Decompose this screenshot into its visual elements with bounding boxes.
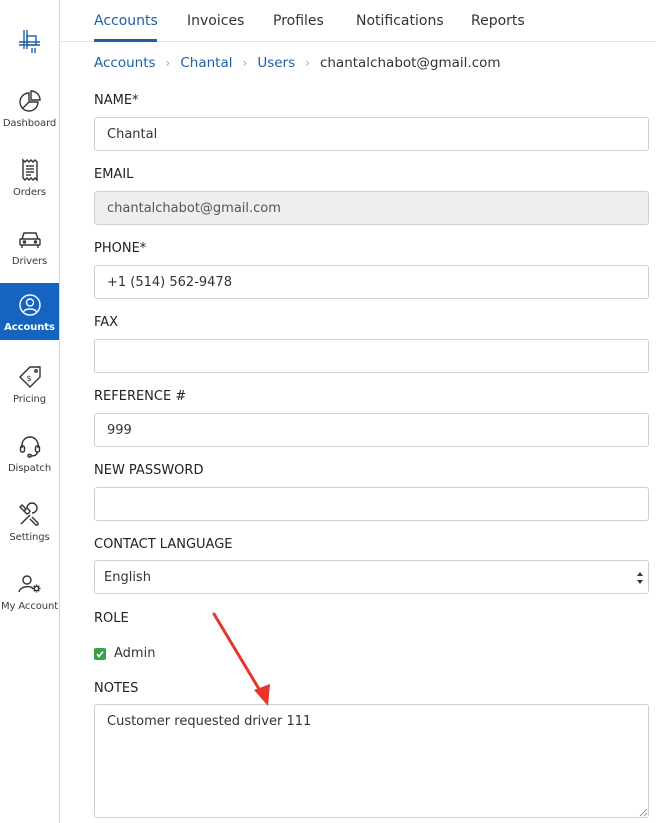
active-tab-indicator <box>94 39 157 42</box>
sidebar-item-drivers[interactable]: Drivers <box>0 221 59 280</box>
resize-grip-icon[interactable] <box>639 808 648 817</box>
headset-icon <box>19 436 40 458</box>
contact-language-select[interactable]: English <box>94 560 649 594</box>
user-gear-icon <box>17 575 40 593</box>
sidebar-item-settings[interactable]: Settings <box>0 497 59 556</box>
breadcrumb: Accounts › Chantal › Users › chantalchab… <box>94 55 501 71</box>
tools-icon <box>18 502 39 526</box>
contact-language-label: CONTACT LANGUAGE <box>94 537 233 552</box>
receipt-icon <box>21 158 38 182</box>
role-admin-label: Admin <box>114 646 156 661</box>
tab-invoices[interactable]: Invoices <box>187 13 244 29</box>
sidebar-item-label: Pricing <box>12 394 46 405</box>
chevron-right-icon: › <box>305 56 310 70</box>
sidebar-item-label: Accounts <box>4 322 55 333</box>
tab-notifications[interactable]: Notifications <box>356 13 444 29</box>
sidebar-item-label: Dashboard <box>2 118 57 129</box>
sidebar-item-dashboard[interactable]: Dashboard <box>0 83 59 142</box>
fax-field[interactable] <box>94 339 649 373</box>
price-tag-icon: $ <box>18 366 41 388</box>
sidebar-item-label: Orders <box>12 187 47 198</box>
tab-reports[interactable]: Reports <box>471 13 525 29</box>
sidebar-item-label: Settings <box>9 532 50 543</box>
tab-profiles[interactable]: Profiles <box>273 13 324 29</box>
sidebar-item-label: Dispatch <box>7 463 52 474</box>
new-password-field[interactable] <box>94 487 649 521</box>
name-label: NAME* <box>94 93 139 108</box>
role-admin-option[interactable]: Admin <box>94 646 155 661</box>
breadcrumb-accounts[interactable]: Accounts <box>94 55 156 71</box>
sidebar: Dashboard Orders Drivers Accounts $ Pric… <box>0 0 60 823</box>
sidebar-item-my-account[interactable]: My Account <box>0 566 59 625</box>
notes-label: NOTES <box>94 681 139 696</box>
pie-chart-icon <box>18 90 41 112</box>
new-password-label: NEW PASSWORD <box>94 463 204 478</box>
car-icon <box>18 232 41 248</box>
chevron-right-icon: › <box>242 56 248 70</box>
email-label: EMAIL <box>94 167 134 182</box>
sidebar-item-label: My Account <box>0 601 59 612</box>
name-field[interactable] <box>94 117 649 151</box>
select-arrows-icon <box>637 572 643 584</box>
notes-textarea[interactable]: Customer requested driver 111 <box>94 704 649 818</box>
sidebar-item-accounts[interactable]: Accounts <box>0 283 59 340</box>
checkbox-checked-icon[interactable] <box>94 647 106 660</box>
email-field <box>94 191 649 225</box>
reference-label: REFERENCE # <box>94 389 187 404</box>
sidebar-item-dispatch[interactable]: Dispatch <box>0 428 59 487</box>
chevron-right-icon: › <box>165 56 171 70</box>
main-content: Accounts Invoices Profiles Notifications… <box>60 0 656 823</box>
phone-label: PHONE* <box>94 241 147 256</box>
reference-field[interactable] <box>94 413 649 447</box>
breadcrumb-current: chantalchabot@gmail.com <box>319 55 501 71</box>
user-circle-icon <box>18 294 41 316</box>
breadcrumb-chantal[interactable]: Chantal <box>180 55 232 71</box>
sidebar-item-label: Drivers <box>11 256 48 267</box>
tab-accounts[interactable]: Accounts <box>94 13 158 29</box>
fax-label: FAX <box>94 315 119 330</box>
role-label: ROLE <box>94 611 129 626</box>
breadcrumb-users[interactable]: Users <box>257 55 295 71</box>
crosshair-logo-icon[interactable] <box>16 28 43 55</box>
phone-field[interactable] <box>94 265 649 299</box>
annotation-arrow-icon <box>212 612 270 706</box>
sidebar-item-orders[interactable]: Orders <box>0 152 59 211</box>
contact-language-value: English <box>104 569 151 585</box>
tab-bar: Accounts Invoices Profiles Notifications… <box>60 0 656 42</box>
svg-text:$: $ <box>26 374 31 383</box>
sidebar-item-pricing[interactable]: $ Pricing <box>0 359 59 418</box>
